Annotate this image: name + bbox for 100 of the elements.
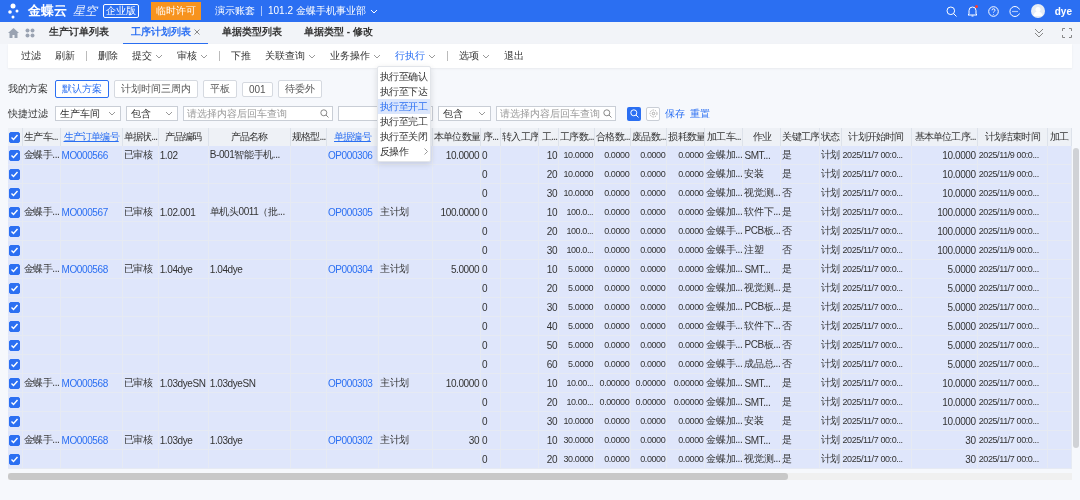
checkbox[interactable] [9,377,21,389]
column-header[interactable]: 本单位数量 [432,128,481,146]
checkbox[interactable] [9,263,21,275]
column-header[interactable]: 产品名称 [208,128,291,146]
link-cell[interactable]: MO000566 [60,146,123,165]
more-icon[interactable] [1008,5,1021,17]
column-header[interactable]: 作业 [742,128,781,146]
tab[interactable]: 单据类型 - 修改 [296,21,381,45]
checkbox[interactable] [9,206,21,218]
column-header[interactable]: 生产订单编号 [60,128,123,146]
column-header[interactable]: 损耗数量 [666,128,705,146]
column-header[interactable]: 工... [538,128,559,146]
column-header[interactable]: 计划开始时间 [841,128,912,146]
menu-item[interactable]: 执行至开工 [378,99,430,114]
table-cell: 2025/11/7 00:0... [841,146,912,165]
toolbar-button[interactable]: 关联查询 [260,46,321,66]
column-header[interactable]: 转入工序 [500,128,539,146]
column-header[interactable]: 关键工序 [780,128,819,146]
close-icon[interactable] [194,29,200,35]
user-name[interactable]: dye [1054,5,1072,17]
checkbox[interactable] [9,396,21,408]
toolbar-button[interactable]: 删除 [93,46,123,66]
horizontal-scrollbar[interactable] [8,473,788,480]
search-icon[interactable] [945,5,957,17]
checkbox[interactable] [9,131,21,143]
column-header[interactable]: 计划结束时间 [977,128,1048,146]
checkbox[interactable] [9,187,21,199]
help-icon[interactable] [987,5,999,17]
tab[interactable]: 生产订单列表 [41,21,117,45]
column-header[interactable]: 生产车... [22,128,61,146]
tab[interactable]: 单据类型列表 [214,21,290,45]
edition-name: 星空 [73,2,97,20]
apps-icon[interactable] [25,28,35,38]
menu-item[interactable]: 执行至确认 [378,69,430,84]
search-icon [629,109,639,118]
checkbox[interactable] [9,320,21,332]
scheme-button[interactable]: 平板 [203,80,237,98]
column-header[interactable]: 加工 [1047,128,1072,146]
checkbox[interactable] [9,415,21,427]
table-cell: 10.0000 [558,146,595,165]
save-link[interactable]: 保存 [665,106,685,121]
notification-button[interactable] [966,5,978,17]
column-header[interactable]: 序... [480,128,501,146]
scheme-button[interactable]: 待委外 [277,80,322,98]
checkbox[interactable] [9,301,21,313]
table-cell: 1.02 [158,146,209,165]
search-button[interactable] [627,106,641,121]
reset-link[interactable]: 重置 [690,106,710,121]
search-icon [603,109,612,118]
column-header[interactable]: 单据状... [122,128,159,146]
search-icon [320,109,329,118]
scheme-button[interactable]: 001 [242,81,273,97]
toolbar-button[interactable]: 退出 [499,46,529,66]
search-field[interactable]: 请选择内容后回车查询 [183,106,333,121]
column-header[interactable]: 工序数... [558,128,595,146]
menu-item[interactable]: 执行至完工 [378,114,430,129]
column-header[interactable]: 状态 [819,128,841,146]
toolbar-button[interactable]: 审核 [172,46,213,66]
toolbar-button[interactable]: 下推 [226,46,256,66]
column-header[interactable]: 产品编码 [158,128,209,146]
link-cell[interactable]: OP000306 [326,146,379,165]
scheme-label: 我的方案 [8,82,48,96]
checkbox[interactable] [9,244,21,256]
home-icon[interactable] [8,28,19,38]
checkbox[interactable] [9,453,21,465]
fullscreen-icon[interactable] [1062,28,1072,38]
checkbox[interactable] [9,225,21,237]
checkbox[interactable] [9,339,21,351]
table-cell: 0.0000 [594,146,631,165]
scheme-button[interactable]: 默认方案 [55,80,109,98]
chevron-down-icon [369,8,378,14]
menu-item[interactable]: 执行至下达 [378,84,430,99]
table-cell: 0.0000 [630,146,667,165]
checkbox[interactable] [9,358,21,370]
toolbar-button[interactable]: 过滤 [16,46,46,66]
caret-icon [108,111,116,116]
organization-selector[interactable]: 101.2 金蝶手机事业部 [268,4,378,18]
checkbox[interactable] [9,282,21,294]
field-select[interactable]: 生产车间 [55,106,121,121]
column-header[interactable]: 合格数... [594,128,631,146]
column-header[interactable]: 废品数... [630,128,667,146]
operator-select[interactable]: 包含 [438,106,491,121]
vertical-scrollbar[interactable] [1073,148,1079,448]
avatar[interactable] [1030,4,1045,18]
toolbar-button[interactable]: 行执行 [390,46,441,66]
search-field[interactable]: 请选择内容后回车查询 [496,106,616,121]
column-header[interactable]: 单据编号 [326,128,379,146]
toolbar-button[interactable]: 业务操作 [325,46,386,66]
toolbar-button[interactable]: 提交 [127,46,168,66]
column-header[interactable]: 加工车... [704,128,743,146]
toolbar-button[interactable]: 刷新 [50,46,80,66]
operator-select[interactable]: 包含 [126,106,178,121]
scheme-button[interactable]: 计划时间三周内 [114,80,198,98]
column-header[interactable]: 规格型... [290,128,327,146]
checkbox[interactable] [9,168,21,180]
checkbox[interactable] [9,149,21,161]
toolbar-button[interactable]: 选项 [454,46,495,66]
column-header[interactable]: 基本单位工序... [911,128,978,146]
collapse-icon[interactable] [1034,28,1044,38]
checkbox[interactable] [9,434,21,446]
